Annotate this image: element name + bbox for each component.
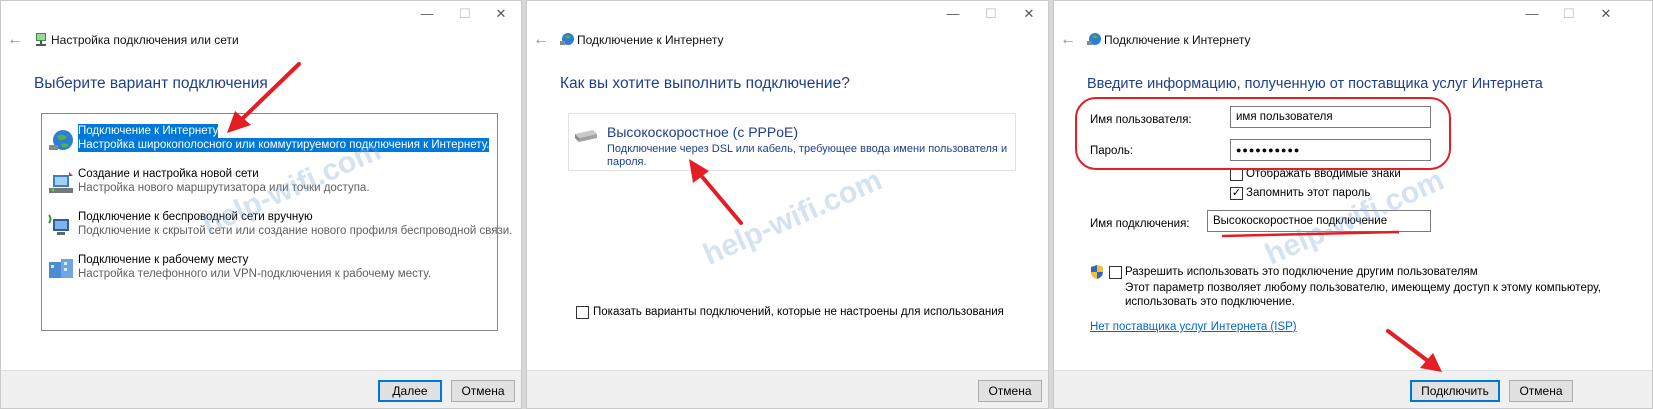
network-setup-icon [36, 33, 46, 46]
workplace-connection-icon [49, 259, 73, 278]
connect-button[interactable]: Подключить [1410, 380, 1500, 402]
option-description: Подключение к скрытой сети или создание … [78, 225, 513, 237]
connection-options-list: Подключение к Интернету Настройка широко… [41, 113, 512, 331]
password-input[interactable]: ●●●●●●●●●● [1230, 139, 1431, 161]
globe-network-icon [560, 33, 574, 45]
window-title: Подключение к Интернету [1104, 33, 1251, 47]
option-description: Настройка телефонного или VPN-подключени… [78, 268, 432, 280]
minimize-button[interactable]: — [415, 5, 439, 23]
close-button[interactable]: ✕ [489, 5, 513, 23]
dialog-footer: Отмена [527, 370, 1048, 408]
option-title: Подключение к рабочему месту [78, 254, 249, 266]
uac-shield-icon [1091, 265, 1103, 279]
cancel-button[interactable]: Отмена [978, 380, 1042, 402]
remember-password-label: Запомнить этот пароль [1246, 187, 1371, 199]
minimize-button[interactable]: — [1520, 5, 1544, 23]
window-title: Подключение к Интернету [577, 33, 724, 47]
dialog-footer: Подключить Отмена [1054, 370, 1652, 408]
show-characters-checkbox[interactable] [1230, 168, 1243, 181]
allow-others-desc-line2: использовать это подключение. [1125, 296, 1295, 308]
cancel-button[interactable]: Отмена [1509, 380, 1573, 402]
close-button[interactable]: ✕ [1594, 5, 1618, 23]
minimize-button[interactable]: — [941, 5, 965, 23]
option-title: Высокоскоростное (с PPPoE) [607, 124, 799, 140]
show-all-checkbox[interactable] [576, 306, 589, 319]
next-button[interactable]: Далее [378, 380, 442, 402]
watermark-text: help-wifi.com [698, 163, 887, 272]
maximize-button: ☐ [1563, 6, 1575, 21]
connection-name-label: Имя подключения: [1090, 218, 1190, 230]
show-characters-label: Отображать вводимые знаки [1246, 168, 1401, 180]
page-heading: Введите информацию, полученную от постав… [1087, 76, 1543, 92]
option-description-line1: Подключение через DSL или кабель, требую… [607, 143, 1008, 155]
page-heading: Выберите вариант подключения [34, 75, 268, 92]
allow-others-checkbox[interactable] [1109, 266, 1122, 279]
cancel-button[interactable]: Отмена [451, 380, 515, 402]
connection-wizard-panel-2: — ☐ ✕ ← Подключение к Интернету Как вы х… [526, 0, 1049, 409]
modem-icon [575, 130, 597, 142]
dialog-footer: Далее Отмена [1, 370, 521, 408]
password-label: Пароль: [1090, 145, 1134, 157]
window-title: Настройка подключения или сети [51, 33, 239, 47]
allow-others-label: Разрешить использовать это подключение д… [1125, 266, 1478, 278]
maximize-button: ☐ [985, 6, 997, 21]
back-arrow-icon[interactable]: ← [533, 31, 549, 49]
option-title: Подключение к Интернету [78, 124, 219, 138]
allow-others-desc-line1: Этот параметр позволяет любому пользоват… [1125, 282, 1601, 294]
option-description: Настройка широкополосного или коммутируе… [78, 138, 490, 152]
connection-wizard-panel-3: — ☐ ✕ ← Подключение к Интернету Введите … [1053, 0, 1653, 409]
remember-password-checkbox[interactable]: ✓ [1230, 187, 1243, 200]
router-setup-icon [49, 172, 73, 193]
username-label: Имя пользователя: [1090, 114, 1192, 126]
username-input[interactable]: имя пользователя [1230, 106, 1431, 128]
show-all-checkbox-label: Показать варианты подключений, которые н… [593, 306, 1004, 318]
connect-arrow [1386, 329, 1430, 363]
option-pppoe[interactable]: Высокоскоростное (с PPPoE) Подключение ч… [568, 113, 1016, 171]
globe-network-icon [49, 130, 73, 150]
close-button[interactable]: ✕ [1017, 5, 1041, 23]
option-title: Создание и настройка новой сети [78, 168, 259, 180]
option-workplace[interactable]: Подключение к рабочему месту Настройка т… [47, 253, 487, 293]
back-arrow-icon[interactable]: ← [1060, 31, 1076, 49]
connection-wizard-panel-1: — ☐ ✕ ← Настройка подключения или сети В… [0, 0, 522, 409]
maximize-button: ☐ [459, 6, 471, 21]
back-arrow-icon[interactable]: ← [7, 31, 23, 49]
globe-network-icon [1087, 33, 1101, 45]
no-isp-link[interactable]: Нет поставщика услуг Интернета (ISP) [1090, 320, 1297, 334]
option-description-line2: пароля. [607, 156, 647, 168]
wireless-network-icon [48, 214, 69, 235]
option-internet-connection[interactable]: Подключение к Интернету Настройка широко… [47, 124, 490, 164]
page-heading: Как вы хотите выполнить подключение? [560, 75, 850, 92]
